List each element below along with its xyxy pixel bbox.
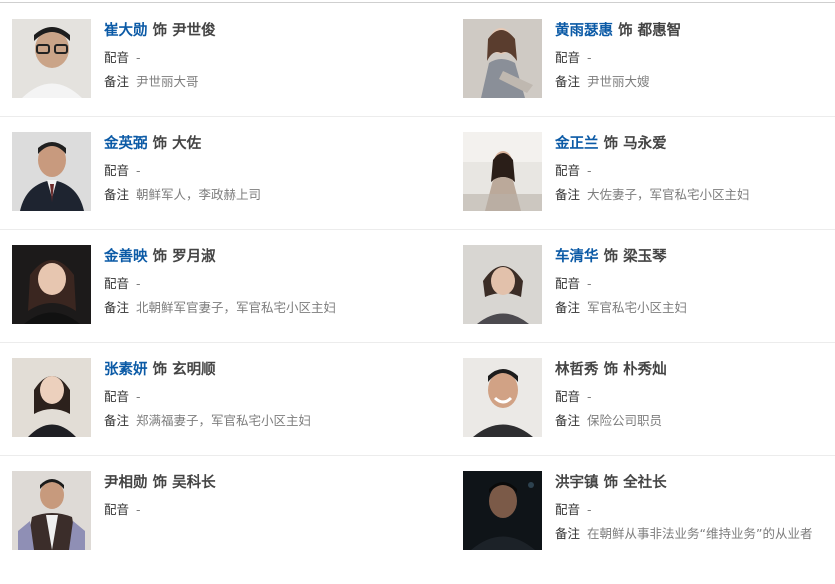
actor-name: 林哲秀 — [555, 362, 599, 378]
man-suit-portrait-icon — [12, 132, 91, 211]
note-label: 备注 — [555, 187, 581, 202]
dub-value: - — [587, 276, 592, 291]
actor-photo[interactable] — [12, 471, 91, 550]
dub-value: - — [587, 50, 592, 65]
role-joiner: 饰 — [152, 23, 168, 39]
role-name: 马永爱 — [623, 136, 667, 152]
role-joiner: 饰 — [152, 362, 168, 378]
role-joiner: 饰 — [603, 136, 619, 152]
actor-name-link[interactable]: 黄雨瑟惠 — [555, 23, 613, 39]
woman-seated-portrait-icon — [463, 19, 542, 98]
actor-name-link[interactable]: 金正兰 — [555, 136, 599, 152]
dub-value: - — [136, 163, 141, 178]
dub-label: 配音 — [104, 163, 130, 178]
dub-label: 配音 — [104, 389, 130, 404]
role-joiner: 饰 — [152, 475, 168, 491]
role-name: 尹世俊 — [172, 23, 216, 39]
cast-card: 尹相勋 饰 吴科长 配音 - — [0, 471, 400, 584]
dub-label: 配音 — [104, 502, 130, 517]
role-name: 玄明顺 — [172, 362, 216, 378]
row-divider — [0, 342, 835, 343]
woman-short-hair-portrait-icon — [463, 245, 542, 324]
actor-photo[interactable] — [12, 358, 91, 437]
dub-label: 配音 — [104, 50, 130, 65]
note-value: 尹世丽大嫂 — [587, 74, 650, 89]
note-label: 备注 — [555, 74, 581, 89]
role-name: 梁玉琴 — [623, 249, 667, 265]
note-value: 朝鲜军人，李政赫上司 — [136, 187, 262, 202]
actor-name-link[interactable]: 张素妍 — [104, 362, 148, 378]
actor-photo[interactable] — [463, 19, 542, 98]
actor-photo[interactable] — [12, 245, 91, 324]
note-label: 备注 — [555, 526, 581, 541]
dub-value: - — [587, 502, 592, 517]
role-name: 全社长 — [623, 475, 667, 491]
man-glasses-portrait-icon — [12, 19, 91, 98]
role-joiner: 饰 — [152, 136, 168, 152]
cast-row: 尹相勋 饰 吴科长 配音 - 洪宇镇 饰 全社长 配音 - 备注 在朝鲜从事非法… — [0, 471, 835, 584]
note-label: 备注 — [555, 413, 581, 428]
top-border — [0, 2, 835, 3]
actor-photo[interactable] — [12, 132, 91, 211]
dub-value: - — [587, 163, 592, 178]
dub-value: - — [136, 276, 141, 291]
dub-label: 配音 — [555, 389, 581, 404]
actor-photo[interactable] — [463, 471, 542, 550]
note-label: 备注 — [104, 74, 130, 89]
woman-dark-portrait-icon — [12, 245, 91, 324]
note-value: 保险公司职员 — [587, 413, 663, 428]
row-divider — [0, 116, 835, 117]
actor-name-link[interactable]: 车清华 — [555, 249, 599, 265]
actor-photo[interactable] — [463, 358, 542, 437]
role-joiner: 饰 — [618, 23, 633, 39]
note-label: 备注 — [104, 413, 130, 428]
dub-label: 配音 — [555, 50, 581, 65]
man-night-portrait-icon — [463, 471, 542, 550]
man-smiling-portrait-icon — [463, 358, 542, 437]
man-vest-portrait-icon — [12, 471, 91, 550]
role-name: 都惠智 — [637, 23, 682, 39]
woman-outdoor-portrait-icon — [463, 132, 542, 211]
note-label: 备注 — [104, 300, 130, 315]
dub-value: - — [136, 389, 141, 404]
actor-name-link[interactable]: 崔大勋 — [104, 23, 148, 39]
role-joiner: 饰 — [152, 249, 168, 265]
dub-value: - — [136, 502, 141, 517]
row-divider — [0, 229, 835, 230]
dub-label: 配音 — [104, 276, 130, 291]
actor-name-link[interactable]: 金善映 — [104, 249, 148, 265]
dub-value: - — [136, 50, 141, 65]
note-label: 备注 — [104, 187, 130, 202]
woman-smiling-portrait-icon — [12, 358, 91, 437]
note-value: 在朝鲜从事非法业务“维持业务”的从业者 — [587, 526, 813, 541]
role-joiner: 饰 — [603, 362, 619, 378]
actor-photo[interactable] — [12, 19, 91, 98]
actor-name: 尹相勋 — [104, 475, 148, 491]
actor-name-link[interactable]: 金英弼 — [104, 136, 148, 152]
role-name: 吴科长 — [172, 475, 216, 491]
note-value: 北朝鲜军官妻子，军官私宅小区主妇 — [136, 300, 337, 315]
dub-label: 配音 — [555, 276, 581, 291]
actor-photo[interactable] — [463, 245, 542, 324]
dub-value: - — [587, 389, 592, 404]
note-value: 尹世丽大哥 — [136, 74, 199, 89]
cast-card: 洪宇镇 饰 全社长 配音 - 备注 在朝鲜从事非法业务“维持业务”的从业者 — [451, 471, 835, 584]
role-name: 大佐 — [172, 136, 202, 152]
role-joiner: 饰 — [603, 475, 619, 491]
row-divider — [0, 455, 835, 456]
actor-photo[interactable] — [463, 132, 542, 211]
role-name: 罗月淑 — [172, 249, 216, 265]
note-value: 军官私宅小区主妇 — [587, 300, 688, 315]
role-name: 朴秀灿 — [623, 362, 667, 378]
role-joiner: 饰 — [603, 249, 619, 265]
actor-name: 洪宇镇 — [555, 475, 599, 491]
note-value: 大佐妻子，军官私宅小区主妇 — [587, 187, 750, 202]
note-value: 郑满福妻子，军官私宅小区主妇 — [136, 413, 312, 428]
dub-label: 配音 — [555, 502, 581, 517]
dub-label: 配音 — [555, 163, 581, 178]
note-label: 备注 — [555, 300, 581, 315]
